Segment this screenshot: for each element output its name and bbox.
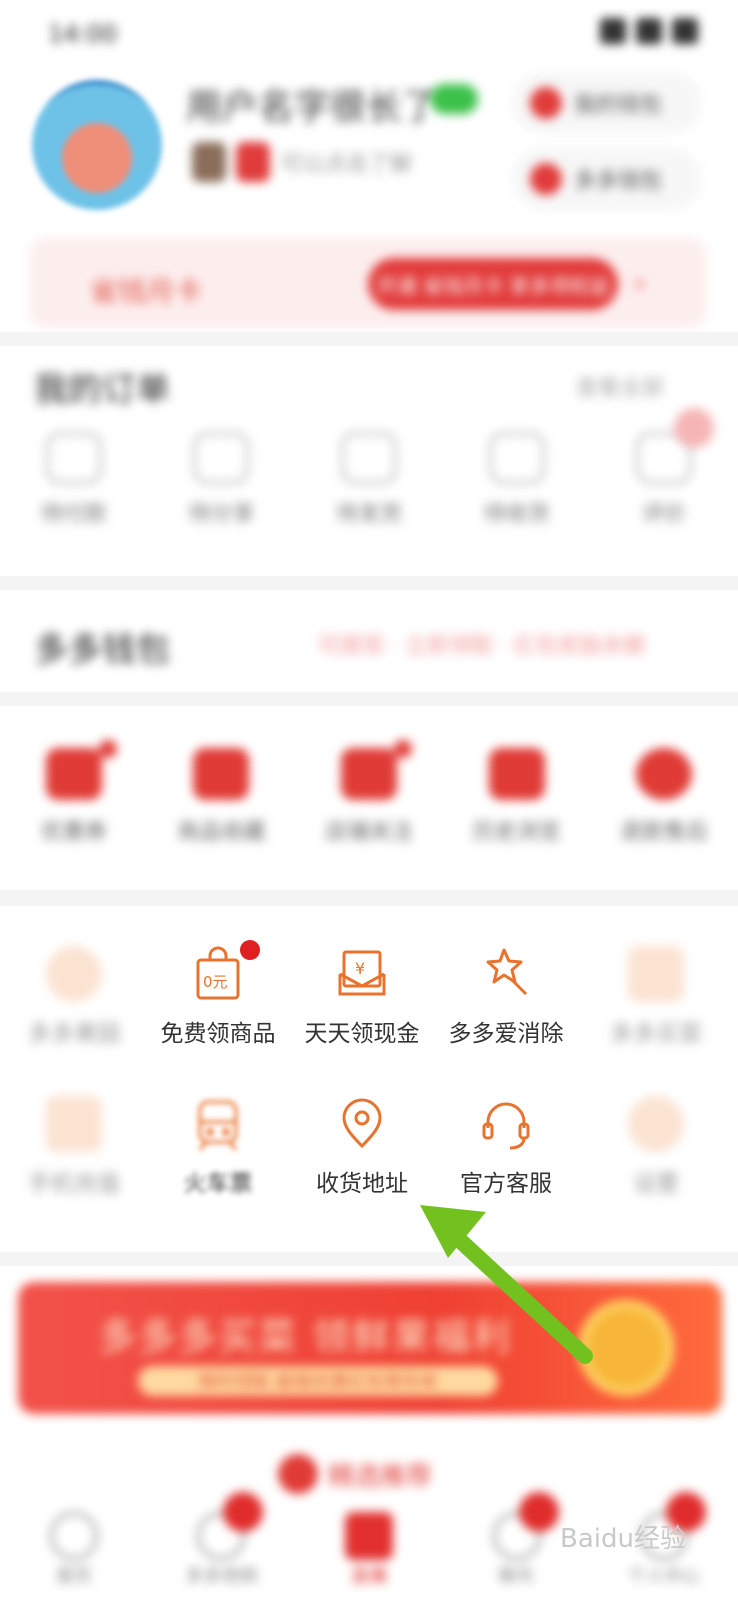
badge-icon xyxy=(192,142,226,182)
wallet-icon xyxy=(530,87,562,119)
headset-icon xyxy=(476,1094,536,1154)
free-bag-icon: 0元 xyxy=(188,944,248,1004)
bag-icon xyxy=(193,748,250,800)
profile-nickname[interactable]: 用户名字很长了 xyxy=(186,78,438,130)
service-recharge[interactable]: 手机充值 xyxy=(0,1094,148,1198)
train-icon xyxy=(188,1094,248,1154)
section-divider xyxy=(0,332,738,346)
cash-envelope-icon: ¥ xyxy=(332,944,392,1004)
coin-icon xyxy=(578,1300,674,1396)
tab-home[interactable]: 首页 xyxy=(14,1500,134,1588)
wallet-button[interactable]: 我的钱包 xyxy=(512,72,702,134)
coupon-icon xyxy=(45,748,102,800)
banner-title: 多多多买菜 领鲜果福利 xyxy=(98,1315,513,1359)
wallet-label: 我的钱包 xyxy=(574,93,663,118)
quick-item-shop-follow[interactable]: 店铺关注 xyxy=(304,740,434,870)
order-item-unpaid[interactable]: 待付款 xyxy=(14,418,134,548)
orders-view-all-link[interactable]: 查看全部 xyxy=(576,370,664,402)
service-elimination-game[interactable]: 多多爱消除 xyxy=(432,944,580,1048)
banner-strip: 限时领取 超值优惠红包等你来 xyxy=(138,1366,498,1396)
duoduo-title: 多多钱包 xyxy=(34,630,170,670)
quick-item-history[interactable]: 历史浏览 xyxy=(452,740,582,870)
tab-video[interactable]: 多多视频 xyxy=(161,1492,281,1588)
footprint-icon xyxy=(488,748,545,800)
service-free-goods[interactable]: 0元 免费领商品 xyxy=(144,944,292,1048)
wechat-icon xyxy=(430,84,478,114)
battery-icon xyxy=(672,18,698,44)
location-pin-icon xyxy=(332,1094,392,1154)
section-divider xyxy=(0,576,738,590)
notification-dot xyxy=(98,740,117,758)
profile-sub-text: 可以点击了解 xyxy=(280,152,413,177)
wifi-icon xyxy=(636,18,662,44)
recommend-header: 精选推荐 xyxy=(278,1454,432,1494)
order-status-row: 待付款 待分享 待发货 待收货 评价 xyxy=(0,418,738,548)
tab-badge xyxy=(223,1492,264,1532)
truck-icon xyxy=(488,432,545,484)
service-grocery[interactable]: 多多买菜 xyxy=(582,944,730,1048)
duoduo-tags[interactable]: 可提现 · 立即领取 · 红包奖励余额 xyxy=(318,628,646,660)
order-item-receive[interactable]: 待收货 xyxy=(457,418,577,548)
chevron-right-icon: › xyxy=(634,266,646,301)
duoduo-wallet-button[interactable]: 多多钱包 xyxy=(512,148,702,210)
svg-text:0元: 0元 xyxy=(203,973,228,991)
recommend-title: 精选推荐 xyxy=(328,1461,433,1492)
live-icon xyxy=(344,1512,393,1560)
quick-item-refund[interactable]: 退款售后 xyxy=(599,740,729,870)
home-icon xyxy=(49,1512,98,1560)
card-icon xyxy=(530,163,562,195)
status-bar: 14:00 xyxy=(0,0,738,68)
clock-icon xyxy=(340,432,397,484)
svg-text:¥: ¥ xyxy=(355,959,365,978)
status-time: 14:00 xyxy=(48,20,118,48)
service-customer-support[interactable]: 官方客服 xyxy=(432,1094,580,1198)
quick-row: 优惠券 商品收藏 店铺关注 历史浏览 退款售后 xyxy=(0,740,738,870)
service-train-ticket[interactable]: 火车票 xyxy=(144,1094,292,1198)
notification-dot xyxy=(240,940,260,960)
promo-button[interactable]: 开通 省钱月卡 享多项权益 xyxy=(368,258,618,310)
bag-icon xyxy=(193,432,250,484)
star-wand-icon xyxy=(476,944,536,1004)
service-daily-cash[interactable]: ¥ 天天领现金 xyxy=(288,944,436,1048)
order-item-share[interactable]: 待分享 xyxy=(161,418,281,548)
section-divider xyxy=(0,1252,738,1266)
red-packet-icon xyxy=(236,142,270,182)
promo-text: 省钱月卡 xyxy=(90,275,203,308)
tab-live[interactable]: 直播 xyxy=(309,1500,429,1588)
status-icons xyxy=(600,18,698,44)
notification-dot xyxy=(393,740,412,758)
tab-badge xyxy=(518,1492,559,1532)
service-settings[interactable]: 设置 xyxy=(582,1094,730,1198)
avatar[interactable] xyxy=(32,80,162,210)
duoduo-wallet-label: 多多钱包 xyxy=(574,169,663,194)
shop-icon xyxy=(340,748,397,800)
refund-icon xyxy=(636,748,693,800)
watermark-logo: Baidu经验 xyxy=(560,1524,686,1554)
grocery-promo-banner[interactable]: 多多多买菜 领鲜果福利 限时领取 超值优惠红包等你来 xyxy=(18,1282,722,1414)
wallet-icon xyxy=(45,432,102,484)
grocery-icon xyxy=(628,946,684,1002)
section-divider xyxy=(0,692,738,706)
service-shipping-address[interactable]: 收货地址 xyxy=(288,1094,436,1198)
quick-item-favorites[interactable]: 商品收藏 xyxy=(156,740,286,870)
monthly-card-banner[interactable]: 省钱月卡 开通 省钱月卡 享多项权益 › xyxy=(30,238,706,328)
order-count-badge xyxy=(674,408,714,448)
gear-icon xyxy=(628,1096,684,1152)
fruit-icon xyxy=(46,946,102,1002)
service-orchard[interactable]: 多多果园 xyxy=(0,944,148,1048)
orders-title: 我的订单 xyxy=(34,370,170,410)
quick-item-coupon[interactable]: 优惠券 xyxy=(9,740,139,870)
recommend-icon xyxy=(278,1454,318,1494)
order-item-ship[interactable]: 待发货 xyxy=(309,418,429,548)
profile-badges[interactable]: 可以点击了解 xyxy=(192,142,412,182)
section-divider xyxy=(0,890,738,906)
signal-icon xyxy=(600,18,626,44)
phone-icon xyxy=(46,1096,102,1152)
tab-chat[interactable]: 聊天 xyxy=(457,1492,577,1588)
